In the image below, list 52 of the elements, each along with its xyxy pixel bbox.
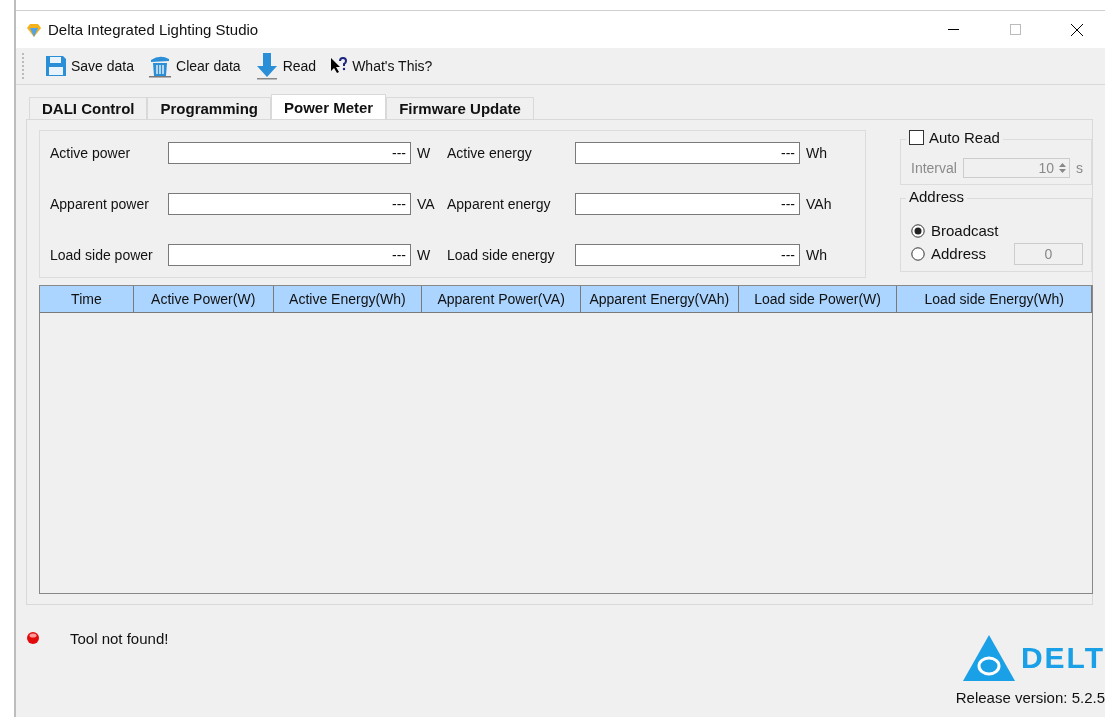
diamond-logo-icon <box>26 21 42 38</box>
field-label: Load side energy <box>447 247 556 263</box>
delta-logo-icon <box>962 635 1015 681</box>
group-title: Address <box>909 188 965 205</box>
column-header[interactable]: Load side Power(W) <box>738 286 898 312</box>
input-field[interactable]: --- <box>575 193 800 215</box>
column-header[interactable]: Active Power(W) <box>133 286 274 312</box>
column-header[interactable]: Time <box>40 286 134 312</box>
tab[interactable]: Programming <box>147 97 271 119</box>
field-label: Load side power <box>50 247 154 263</box>
radio-icon[interactable] <box>911 223 925 238</box>
interval-unit: s <box>1076 160 1083 176</box>
column-header[interactable]: Apparent Power(VA) <box>422 286 581 312</box>
radio-icon[interactable] <box>911 246 925 261</box>
unit-label: Wh <box>805 145 828 161</box>
window-title: Delta Integrated Lighting Studio <box>48 21 260 38</box>
input-field[interactable]: --- <box>168 193 411 215</box>
status-message: Tool not found! <box>70 629 169 647</box>
minimize-icon[interactable] <box>947 28 959 31</box>
down-arrow-icon <box>254 52 279 80</box>
field-label: Active energy <box>447 145 533 161</box>
tab[interactable]: Firmware Update <box>386 97 534 119</box>
unit-label: VA <box>416 196 436 212</box>
input-field[interactable]: --- <box>168 244 411 266</box>
unit-label: VAh <box>805 196 833 212</box>
field-label: Apparent energy <box>447 196 552 212</box>
radio-button[interactable]: Broadcast <box>911 222 999 239</box>
logo-wordmark: DELT <box>1020 641 1105 675</box>
interval-label: Interval <box>911 160 957 176</box>
field-label: Apparent power <box>50 196 150 212</box>
unit-label: W <box>416 145 432 161</box>
unit-label: W <box>416 247 432 263</box>
toolbar-button[interactable]: Read <box>250 50 321 82</box>
release-version: Release version: 5.2.5 <box>955 689 1105 706</box>
pointer-question-icon <box>330 57 349 75</box>
toolbar-button[interactable]: What's This? <box>326 55 437 77</box>
column-header[interactable]: Load side Energy(Wh) <box>897 286 1092 312</box>
toolbar-button[interactable]: Clear data <box>144 52 245 80</box>
field-label: Active power <box>50 145 132 161</box>
close-icon[interactable] <box>1071 23 1083 36</box>
column-header[interactable]: Active Energy(Wh) <box>273 286 423 312</box>
tab[interactable]: DALI Control <box>29 97 148 119</box>
input-field[interactable]: --- <box>168 142 411 164</box>
trash-can-icon <box>148 54 173 78</box>
tab[interactable]: Power Meter <box>271 94 387 119</box>
toolbar-button[interactable]: Save data <box>41 53 139 79</box>
unit-label: Wh <box>805 247 828 263</box>
input-field[interactable]: --- <box>575 244 800 266</box>
auto-read-label: Auto Read <box>929 129 1000 146</box>
input-field[interactable]: --- <box>575 142 800 164</box>
column-header[interactable]: Apparent Energy(VAh) <box>581 286 739 312</box>
radio-button[interactable]: Address <box>911 245 987 262</box>
